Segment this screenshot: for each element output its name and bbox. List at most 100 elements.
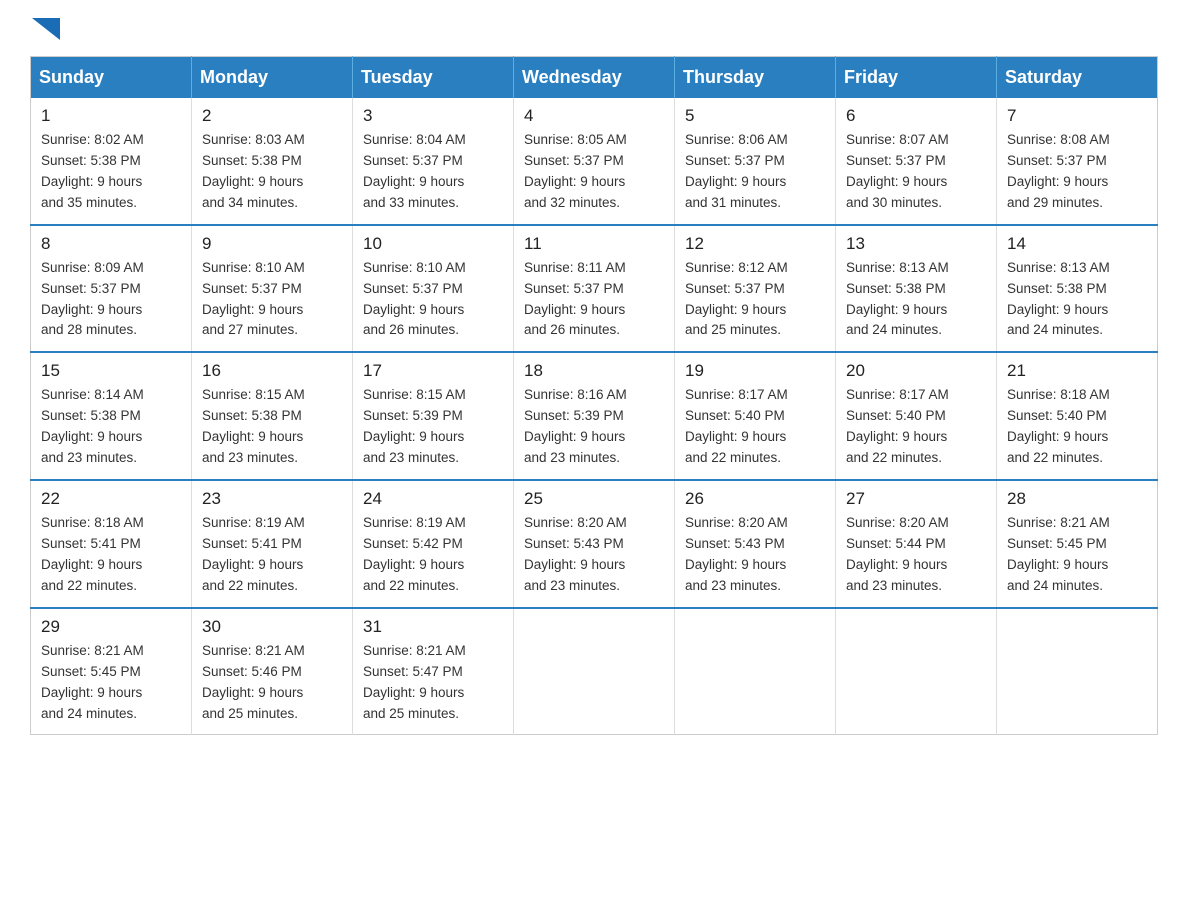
daylight-text: Daylight: 9 hours [846, 302, 947, 317]
daylight-minutes-text: and 28 minutes. [41, 322, 137, 337]
daylight-text: Daylight: 9 hours [202, 685, 303, 700]
day-of-week-header: Sunday [31, 57, 192, 99]
calendar-day-cell: 2 Sunrise: 8:03 AM Sunset: 5:38 PM Dayli… [192, 98, 353, 225]
daylight-text: Daylight: 9 hours [846, 557, 947, 572]
day-number: 31 [363, 617, 503, 637]
sunrise-text: Sunrise: 8:09 AM [41, 260, 144, 275]
calendar-week-row: 29 Sunrise: 8:21 AM Sunset: 5:45 PM Dayl… [31, 608, 1158, 735]
day-number: 16 [202, 361, 342, 381]
day-number: 5 [685, 106, 825, 126]
sunrise-text: Sunrise: 8:15 AM [363, 387, 466, 402]
daylight-text: Daylight: 9 hours [846, 429, 947, 444]
sunrise-text: Sunrise: 8:12 AM [685, 260, 788, 275]
calendar-day-cell: 29 Sunrise: 8:21 AM Sunset: 5:45 PM Dayl… [31, 608, 192, 735]
calendar-day-cell: 12 Sunrise: 8:12 AM Sunset: 5:37 PM Dayl… [675, 225, 836, 353]
daylight-minutes-text: and 22 minutes. [1007, 450, 1103, 465]
sunset-text: Sunset: 5:38 PM [41, 408, 141, 423]
daylight-minutes-text: and 26 minutes. [524, 322, 620, 337]
calendar-week-row: 8 Sunrise: 8:09 AM Sunset: 5:37 PM Dayli… [31, 225, 1158, 353]
calendar-day-cell: 19 Sunrise: 8:17 AM Sunset: 5:40 PM Dayl… [675, 352, 836, 480]
calendar-day-cell: 14 Sunrise: 8:13 AM Sunset: 5:38 PM Dayl… [997, 225, 1158, 353]
daylight-text: Daylight: 9 hours [202, 557, 303, 572]
day-of-week-header: Thursday [675, 57, 836, 99]
sunset-text: Sunset: 5:37 PM [41, 281, 141, 296]
daylight-text: Daylight: 9 hours [41, 429, 142, 444]
day-number: 9 [202, 234, 342, 254]
sunset-text: Sunset: 5:37 PM [202, 281, 302, 296]
daylight-minutes-text: and 23 minutes. [524, 578, 620, 593]
daylight-minutes-text: and 23 minutes. [685, 578, 781, 593]
calendar-day-cell: 1 Sunrise: 8:02 AM Sunset: 5:38 PM Dayli… [31, 98, 192, 225]
daylight-minutes-text: and 32 minutes. [524, 195, 620, 210]
day-info: Sunrise: 8:21 AM Sunset: 5:46 PM Dayligh… [202, 641, 342, 725]
calendar-day-cell [514, 608, 675, 735]
day-number: 18 [524, 361, 664, 381]
daylight-minutes-text: and 23 minutes. [202, 450, 298, 465]
calendar-day-cell [675, 608, 836, 735]
day-number: 23 [202, 489, 342, 509]
logo [30, 20, 60, 36]
sunset-text: Sunset: 5:38 PM [41, 153, 141, 168]
day-number: 17 [363, 361, 503, 381]
daylight-minutes-text: and 24 minutes. [1007, 578, 1103, 593]
day-number: 30 [202, 617, 342, 637]
calendar-day-cell: 8 Sunrise: 8:09 AM Sunset: 5:37 PM Dayli… [31, 225, 192, 353]
sunset-text: Sunset: 5:41 PM [41, 536, 141, 551]
sunrise-text: Sunrise: 8:10 AM [202, 260, 305, 275]
daylight-minutes-text: and 22 minutes. [685, 450, 781, 465]
day-info: Sunrise: 8:21 AM Sunset: 5:47 PM Dayligh… [363, 641, 503, 725]
daylight-minutes-text: and 33 minutes. [363, 195, 459, 210]
calendar-day-cell: 24 Sunrise: 8:19 AM Sunset: 5:42 PM Dayl… [353, 480, 514, 608]
sunrise-text: Sunrise: 8:21 AM [363, 643, 466, 658]
sunset-text: Sunset: 5:37 PM [524, 153, 624, 168]
day-number: 15 [41, 361, 181, 381]
day-of-week-header: Monday [192, 57, 353, 99]
daylight-minutes-text: and 24 minutes. [846, 322, 942, 337]
calendar-day-cell: 27 Sunrise: 8:20 AM Sunset: 5:44 PM Dayl… [836, 480, 997, 608]
calendar-day-cell: 11 Sunrise: 8:11 AM Sunset: 5:37 PM Dayl… [514, 225, 675, 353]
calendar-day-cell: 17 Sunrise: 8:15 AM Sunset: 5:39 PM Dayl… [353, 352, 514, 480]
day-info: Sunrise: 8:02 AM Sunset: 5:38 PM Dayligh… [41, 130, 181, 214]
sunset-text: Sunset: 5:37 PM [846, 153, 946, 168]
daylight-minutes-text: and 27 minutes. [202, 322, 298, 337]
calendar-day-cell: 5 Sunrise: 8:06 AM Sunset: 5:37 PM Dayli… [675, 98, 836, 225]
sunset-text: Sunset: 5:37 PM [363, 153, 463, 168]
sunrise-text: Sunrise: 8:21 AM [202, 643, 305, 658]
calendar-day-cell: 16 Sunrise: 8:15 AM Sunset: 5:38 PM Dayl… [192, 352, 353, 480]
daylight-text: Daylight: 9 hours [202, 174, 303, 189]
sunrise-text: Sunrise: 8:07 AM [846, 132, 949, 147]
sunset-text: Sunset: 5:38 PM [202, 153, 302, 168]
sunset-text: Sunset: 5:47 PM [363, 664, 463, 679]
daylight-text: Daylight: 9 hours [685, 429, 786, 444]
day-number: 3 [363, 106, 503, 126]
daylight-text: Daylight: 9 hours [202, 429, 303, 444]
daylight-minutes-text: and 22 minutes. [363, 578, 459, 593]
daylight-text: Daylight: 9 hours [1007, 557, 1108, 572]
calendar-day-cell: 20 Sunrise: 8:17 AM Sunset: 5:40 PM Dayl… [836, 352, 997, 480]
daylight-minutes-text: and 23 minutes. [524, 450, 620, 465]
daylight-text: Daylight: 9 hours [363, 302, 464, 317]
sunset-text: Sunset: 5:45 PM [41, 664, 141, 679]
calendar-header-row: SundayMondayTuesdayWednesdayThursdayFrid… [31, 57, 1158, 99]
day-info: Sunrise: 8:13 AM Sunset: 5:38 PM Dayligh… [1007, 258, 1147, 342]
day-number: 14 [1007, 234, 1147, 254]
daylight-minutes-text: and 25 minutes. [363, 706, 459, 721]
sunset-text: Sunset: 5:37 PM [685, 153, 785, 168]
day-info: Sunrise: 8:08 AM Sunset: 5:37 PM Dayligh… [1007, 130, 1147, 214]
calendar-day-cell: 31 Sunrise: 8:21 AM Sunset: 5:47 PM Dayl… [353, 608, 514, 735]
daylight-minutes-text: and 35 minutes. [41, 195, 137, 210]
sunset-text: Sunset: 5:43 PM [524, 536, 624, 551]
daylight-text: Daylight: 9 hours [524, 174, 625, 189]
day-info: Sunrise: 8:18 AM Sunset: 5:41 PM Dayligh… [41, 513, 181, 597]
sunrise-text: Sunrise: 8:18 AM [41, 515, 144, 530]
day-info: Sunrise: 8:10 AM Sunset: 5:37 PM Dayligh… [363, 258, 503, 342]
daylight-text: Daylight: 9 hours [202, 302, 303, 317]
calendar-day-cell: 26 Sunrise: 8:20 AM Sunset: 5:43 PM Dayl… [675, 480, 836, 608]
calendar-day-cell: 15 Sunrise: 8:14 AM Sunset: 5:38 PM Dayl… [31, 352, 192, 480]
day-info: Sunrise: 8:21 AM Sunset: 5:45 PM Dayligh… [1007, 513, 1147, 597]
daylight-text: Daylight: 9 hours [41, 302, 142, 317]
logo-triangle-icon [32, 18, 60, 40]
sunrise-text: Sunrise: 8:17 AM [846, 387, 949, 402]
daylight-minutes-text: and 34 minutes. [202, 195, 298, 210]
day-number: 19 [685, 361, 825, 381]
